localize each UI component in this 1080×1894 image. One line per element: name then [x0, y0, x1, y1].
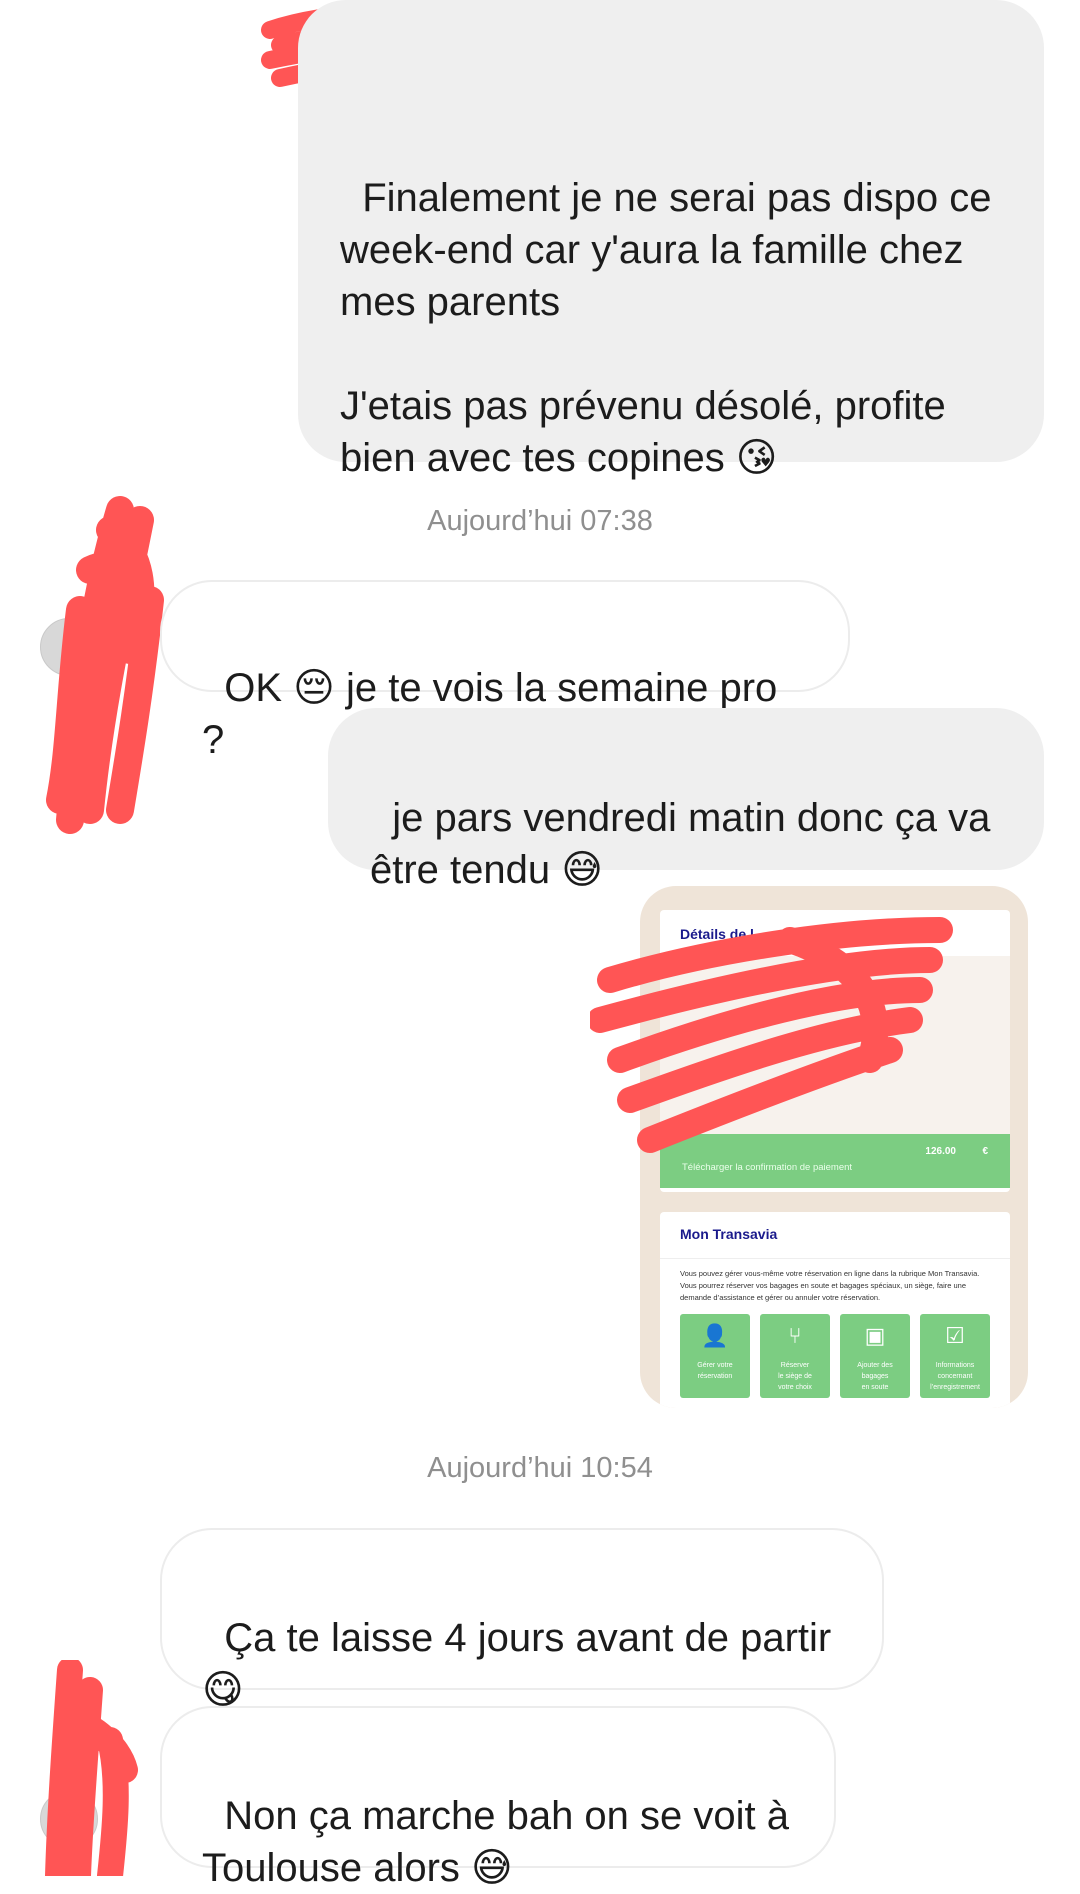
redaction-scribble: [45, 1660, 138, 1876]
checkin-info-tile[interactable]: ☑ Informations concernant l’enregistreme…: [920, 1314, 990, 1398]
ticket-icon: 👤: [701, 1323, 729, 1348]
panel-title: Mon Transavia: [680, 1226, 778, 1242]
avatar[interactable]: [40, 1790, 98, 1848]
message-bubble-received[interactable]: Ça te laisse 4 jours avant de partir 😋: [160, 1528, 884, 1712]
message-bubble-received[interactable]: OK 😔 je te vois la semaine pro ?: [160, 580, 850, 762]
seat-icon: ⑂: [788, 1323, 802, 1348]
price: 126.00: [925, 1146, 956, 1157]
message-bubble-sent[interactable]: Finalement je ne serai pas dispo ce week…: [298, 0, 1044, 480]
attached-screenshot[interactable]: Détails de l 126.00 € Télécharger la con…: [640, 886, 1028, 1408]
mon-transavia-panel: Mon Transavia Vous pouvez gérer vous-mêm…: [660, 1212, 1010, 1408]
message-text: je pars vendredi matin donc ça va être t…: [370, 796, 1002, 892]
tile-label: Réserver le siège de votre choix: [778, 1362, 812, 1391]
panel-description: Vous pouvez gérer vous-même votre réserv…: [680, 1269, 980, 1302]
currency: €: [982, 1146, 988, 1157]
manage-booking-tile[interactable]: 👤 Gérer votre réservation: [680, 1314, 750, 1398]
divider: [660, 1258, 1010, 1259]
booking-details-panel: Détails de l 126.00 € Télécharger la con…: [660, 910, 1010, 1192]
laptop-check-icon: ☑: [945, 1323, 965, 1348]
details-area: [660, 956, 1010, 1134]
tile-label: Informations concernant l’enregistrement: [930, 1362, 980, 1391]
message-bubble-received[interactable]: Non ça marche bah on se voit à Toulouse …: [160, 1706, 836, 1890]
add-luggage-tile[interactable]: ▣ Ajouter des bagages en soute: [840, 1314, 910, 1398]
message-text: Ça te laisse 4 jours avant de partir 😋: [202, 1616, 843, 1712]
timestamp: Aujourd’hui 07:38: [427, 505, 653, 537]
tile-label: Gérer votre réservation: [697, 1362, 733, 1380]
message-text: Finalement je ne serai pas dispo ce week…: [340, 176, 992, 480]
tile-label: Ajouter des bagages en soute: [857, 1362, 893, 1391]
panel-title: Détails de l: [680, 926, 754, 942]
luggage-icon: ▣: [864, 1323, 886, 1348]
download-confirmation-link[interactable]: Télécharger la confirmation de paiement: [682, 1162, 852, 1173]
avatar[interactable]: [40, 618, 98, 676]
message-bubble-sent[interactable]: je pars vendredi matin donc ça va être t…: [328, 708, 1044, 892]
reserve-seat-tile[interactable]: ⑂ Réserver le siège de votre choix: [760, 1314, 830, 1398]
payment-bar[interactable]: 126.00 € Télécharger la confirmation de …: [660, 1134, 1010, 1188]
timestamp: Aujourd’hui 10:54: [427, 1452, 653, 1484]
